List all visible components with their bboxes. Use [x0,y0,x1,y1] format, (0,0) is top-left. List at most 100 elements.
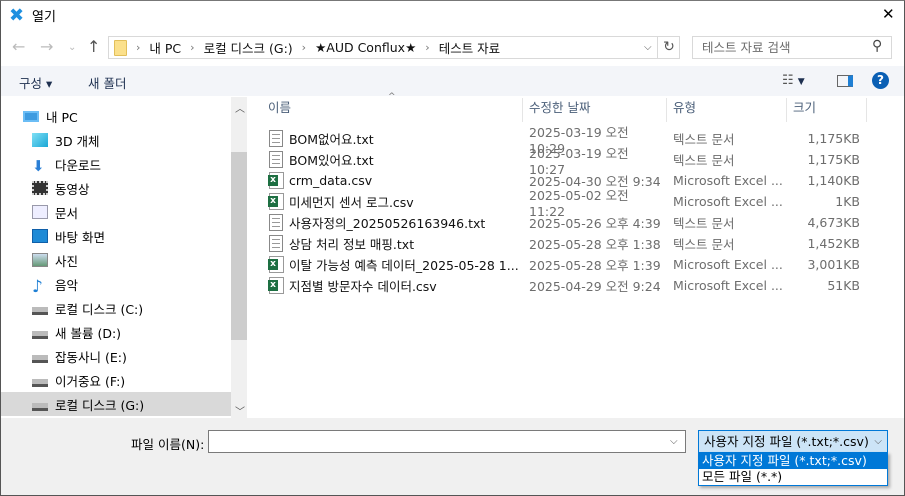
nav-item[interactable]: 잡동사니 (E:) [1,344,231,368]
file-type: 텍스트 문서 [673,153,735,168]
recent-dropdown[interactable]: ⌄ [68,42,76,53]
scroll-down-icon[interactable]: ﹀ [235,403,245,418]
back-button[interactable]: ← [12,37,25,56]
file-row[interactable]: 사용자정의_20250526163946.txt 2025-05-26 오후 4:… [264,212,864,233]
file-type: 텍스트 문서 [673,216,735,231]
nav-item[interactable]: 문서 [1,200,231,224]
file-row[interactable]: 지점별 방문자수 데이터.csv 2025-04-29 오전 9:24 Micros… [264,275,864,296]
file-type-combo[interactable]: 사용자 지정 파일 (*.txt;*.csv) ⌵ [698,430,888,453]
text-file-icon [269,214,283,231]
help-button[interactable]: ? [872,72,889,89]
file-size: 1,452KB [807,236,860,251]
file-name-cell: 사용자정의_20250526163946.txt [264,213,522,232]
nav-item[interactable]: 새 볼륨 (D:) [1,320,231,344]
chevron-down-icon: ⌵ [874,436,882,447]
file-size: 1,175KB [807,131,860,146]
nav-item[interactable]: 내 PC [1,104,231,128]
nav-item[interactable]: 바탕 화면 [1,224,231,248]
breadcrumb-folder[interactable]: ★AUD Conflux★ [315,40,416,55]
column-header-date[interactable]: 수정한 날짜 [529,98,590,122]
drive-icon [32,331,48,339]
excel-file-icon [268,277,284,294]
excel-file-icon [268,256,284,273]
file-name-cell: 미세먼지 센서 로그.csv [264,192,522,211]
up-button[interactable]: ↑ [87,37,100,56]
file-type-option-custom[interactable]: 사용자 지정 파일 (*.txt;*.csv) [699,453,887,469]
picture-icon [32,253,48,267]
file-size: 1,175KB [807,152,860,167]
scroll-up-icon[interactable]: ︿ [235,100,245,115]
file-type-option-all[interactable]: 모든 파일 (*.*) [699,469,887,485]
chevron-right-icon: › [136,41,141,54]
column-divider[interactable] [666,98,667,122]
file-row[interactable]: 이탈 가능성 예측 데이터_2025-05-28 1... 2025-05-28 … [264,254,864,275]
nav-item-label: 3D 개체 [55,133,100,149]
file-type-selected: 사용자 지정 파일 (*.txt;*.csv) [704,434,869,449]
filename-label: 파일 이름(N): [131,437,205,452]
refresh-button[interactable]: ↻ [657,36,680,59]
nav-item[interactable]: 로컬 디스크 (G:) [1,392,231,416]
breadcrumb-drive[interactable]: 로컬 디스크 (G:) [204,38,293,57]
video-icon [32,181,48,195]
nav-item-label: 음악 [55,277,79,293]
file-row[interactable]: 미세먼지 센서 로그.csv2025-05-02 오전 11:22Microso… [264,188,864,219]
folder-icon [114,39,127,56]
file-type: Microsoft Excel ... [673,194,783,209]
file-date: 2025-05-28 오후 1:38 [529,237,661,252]
drive-icon [32,403,48,411]
file-size: 51KB [827,278,860,293]
nav-item[interactable]: 사진 [1,248,231,272]
preview-pane-icon[interactable] [837,75,853,87]
window-title: 열기 [32,10,56,25]
sort-ascending-icon: ^ [388,92,396,102]
file-type-dropdown-list: 사용자 지정 파일 (*.txt;*.csv) 모든 파일 (*.*) [698,452,888,486]
column-header-size[interactable]: 크기 [793,98,816,122]
breadcrumb-current[interactable]: 테스트 자료 [439,38,500,57]
new-folder-button[interactable]: 새 폴더 [88,73,126,92]
file-row[interactable]: BOM있어요.txt 2025-03-19 오전 10:27 텍스트 문서 1,175… [264,146,864,177]
file-name: 상담 처리 정보 매핑.txt [289,237,415,252]
address-bar[interactable]: › 내 PC › 로컬 디스크 (G:) › ★AUD Conflux★ › 테… [108,36,680,59]
nav-item-label: 내 PC [46,109,78,125]
column-divider[interactable] [786,98,787,122]
file-name-cell: crm_data.csv [264,172,522,189]
file-type: 텍스트 문서 [673,132,735,147]
nav-item-label: 사진 [55,253,79,269]
chevron-right-icon: › [425,41,430,54]
file-name-cell: 상담 처리 정보 매핑.txt [264,234,522,253]
nav-item[interactable]: 3D 개체 [1,128,231,152]
nav-item-label: 동영상 [55,181,90,197]
file-date: 2025-04-29 오전 9:24 [529,279,661,294]
nav-item[interactable]: ♪ 음악 [1,272,231,297]
file-type: Microsoft Excel ... [673,173,783,188]
text-file-icon [269,235,283,252]
column-divider[interactable] [522,98,523,122]
file-size: 1KB [835,194,860,209]
drive-icon [32,379,48,387]
column-header-name[interactable]: 이름 [268,98,291,122]
nav-item[interactable]: 이거중요 (F:) [1,368,231,392]
column-divider[interactable] [866,98,867,122]
file-name: 지점별 방문자수 데이터.csv [289,279,437,294]
breadcrumb-pc[interactable]: 내 PC [149,38,181,57]
filename-input[interactable] [208,430,686,453]
close-button[interactable]: ✕ [882,5,895,23]
navigation-pane: 내 PC 3D 개체 ⬇ 다운로드동영상문서 바탕 화면사진 ♪ 음악로컬 디스크 (C:)… [1,97,247,418]
file-name: 이탈 가능성 예측 데이터_2025-05-28 1... [289,258,519,273]
nav-item[interactable]: 로컬 디스크 (C:) [1,296,231,320]
organize-button[interactable]: 구성 ▾ [19,73,52,92]
filename-dropdown-icon[interactable]: ⌵ [670,436,678,447]
nav-scrollbar-thumb[interactable] [231,152,247,340]
view-options-button[interactable]: ☷ ▼ [782,73,805,88]
music-icon: ♪ [32,277,43,297]
file-row[interactable]: 상담 처리 정보 매핑.txt 2025-05-28 오후 1:38 텍스트 문서 1… [264,233,864,254]
search-input[interactable]: 테스트 자료 검색 [692,36,892,59]
address-dropdown-icon[interactable]: ⌵ [644,42,652,53]
nav-item[interactable]: 동영상 [1,176,231,200]
download-icon: ⬇ [32,157,45,175]
excel-file-icon [268,172,284,189]
forward-button[interactable]: → [40,37,53,56]
column-header-type[interactable]: 유형 [673,98,696,122]
nav-item[interactable]: ⬇ 다운로드 [1,152,231,176]
document-icon [32,205,48,219]
